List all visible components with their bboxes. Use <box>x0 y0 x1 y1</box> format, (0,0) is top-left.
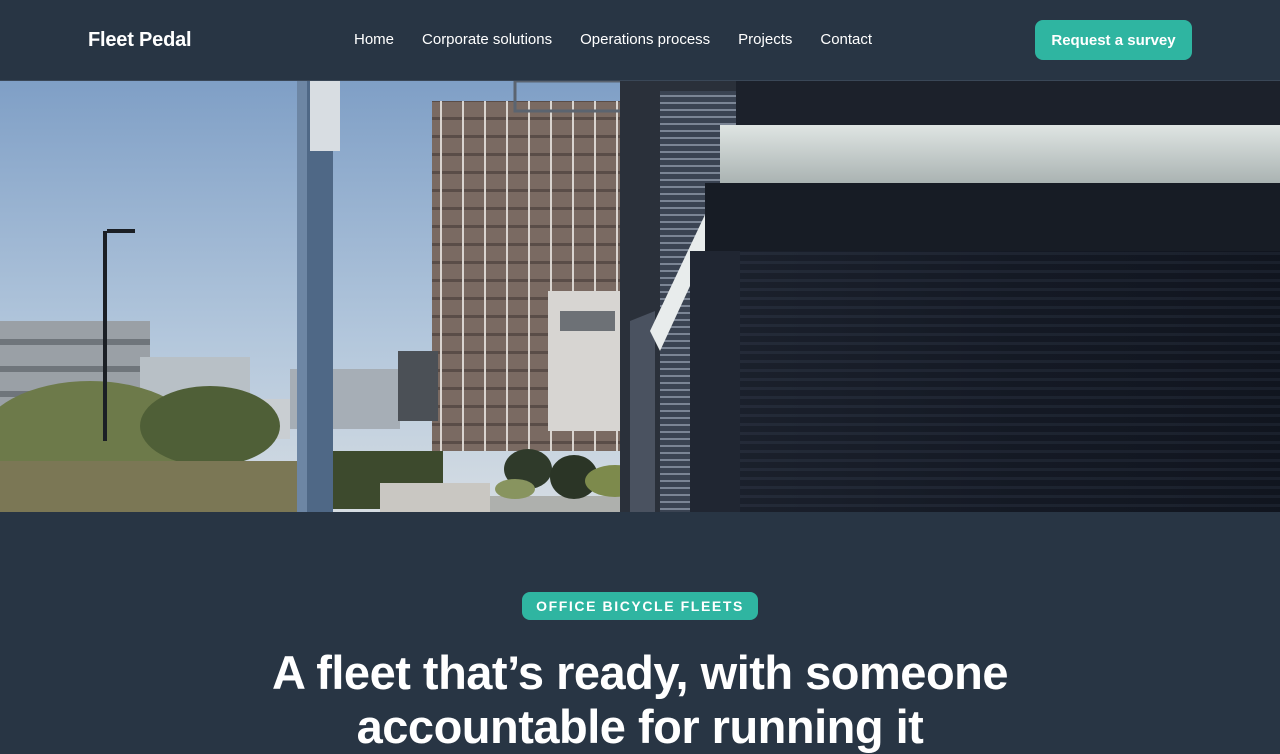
brand-logo-link[interactable]: Fleet Pedal <box>88 27 192 53</box>
eyebrow-badge: OFFICE BICYCLE FLEETS <box>522 592 758 620</box>
hero-headline: A fleet that’s ready, with someone accou… <box>271 646 1009 753</box>
nav-contact[interactable]: Contact <box>820 30 872 50</box>
nav-projects[interactable]: Projects <box>738 30 792 50</box>
nav-corporate-solutions[interactable]: Corporate solutions <box>422 30 552 50</box>
site-header: Fleet Pedal Home Corporate solutions Ope… <box>0 0 1280 81</box>
nav-home[interactable]: Home <box>354 30 394 50</box>
hero-image <box>0 81 1280 512</box>
hero-photo-illustration <box>0 81 1280 512</box>
intro-section: OFFICE BICYCLE FLEETS A fleet that’s rea… <box>0 512 1280 753</box>
nav-operations-process[interactable]: Operations process <box>580 30 710 50</box>
request-survey-button[interactable]: Request a survey <box>1035 20 1192 60</box>
main-nav: Home Corporate solutions Operations proc… <box>354 30 872 50</box>
